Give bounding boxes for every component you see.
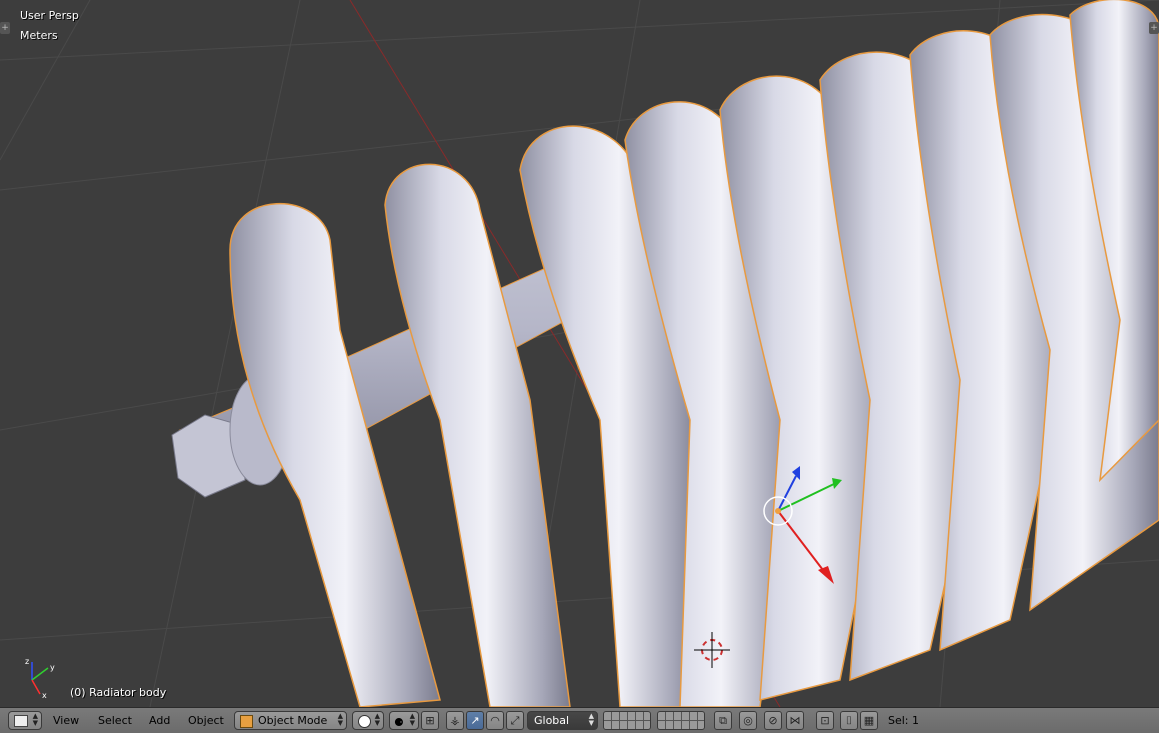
viewport-shading-select[interactable]: ▲ ▼ xyxy=(352,711,384,730)
snap-target-icon[interactable]: ⊡ xyxy=(816,711,834,730)
mode-select[interactable]: Object Mode ▲ ▼ xyxy=(234,711,347,730)
solid-shading-icon xyxy=(358,715,371,728)
chevron-updown-icon: ▲ ▼ xyxy=(337,712,343,727)
chevron-updown-icon: ▲ ▼ xyxy=(588,712,594,727)
menu-select[interactable]: Select xyxy=(98,711,132,730)
3d-viewport[interactable]: z y x + + User Persp Meters (0) Radiator… xyxy=(0,0,1159,707)
rotate-icon[interactable]: ◠ xyxy=(486,711,504,730)
svg-text:x: x xyxy=(42,691,47,700)
chevron-updown-icon: ▲ ▼ xyxy=(409,712,415,727)
pivot-point-select[interactable]: ⚈ ▲ ▼ xyxy=(389,711,419,730)
toolshelf-toggle-icon[interactable]: + xyxy=(0,22,10,34)
object-mode-icon xyxy=(240,715,253,728)
menu-add[interactable]: Add xyxy=(149,711,170,730)
selection-count: Sel: 1 xyxy=(888,714,920,727)
chevron-updown-icon: ▲ ▼ xyxy=(32,712,38,727)
units-label: Meters xyxy=(20,29,58,42)
layers-group-1[interactable] xyxy=(603,711,651,730)
translate-icon[interactable]: ↗ xyxy=(466,711,484,730)
lock-layers-icon[interactable]: ⧉ xyxy=(714,711,732,730)
viewport-header: ▲ ▼ View Select Add Object Object Mode ▲ ▼… xyxy=(0,707,1159,733)
menu-object[interactable]: Object xyxy=(188,711,224,730)
radiator-scene: z y x xyxy=(0,0,1159,707)
menu-view[interactable]: View xyxy=(53,711,79,730)
transform-orientation-select[interactable]: Global ▲ ▼ xyxy=(527,711,598,730)
render-animation-icon[interactable]: ▦ xyxy=(860,711,878,730)
svg-text:y: y xyxy=(50,663,55,672)
layers-group-2[interactable] xyxy=(657,711,705,730)
snap-toggle-icon[interactable]: ⊘ xyxy=(764,711,782,730)
pivot-icon: ⚈ xyxy=(394,716,404,729)
snap-element-icon[interactable]: ⋈ xyxy=(786,711,804,730)
view-name: User Persp xyxy=(20,9,79,22)
proportional-edit-icon[interactable]: ◎ xyxy=(739,711,757,730)
properties-toggle-icon[interactable]: + xyxy=(1149,22,1159,34)
svg-text:z: z xyxy=(25,657,29,666)
manipulator-icon[interactable]: ⚶ xyxy=(446,711,464,730)
mini-axis-widget: z y x xyxy=(25,657,55,700)
orientation-label: Global xyxy=(534,714,570,727)
active-object-info: (0) Radiator body xyxy=(70,686,167,699)
manipulator-toggle-icon[interactable]: ⊞ xyxy=(421,711,439,730)
chevron-updown-icon: ▲ ▼ xyxy=(374,712,380,727)
scale-icon[interactable]: ⤢ xyxy=(506,711,524,730)
editor-type-button[interactable]: ▲ ▼ xyxy=(8,711,42,730)
cube-icon xyxy=(14,715,28,727)
mode-label: Object Mode xyxy=(258,714,328,727)
render-camera-icon[interactable]: ⌷ xyxy=(840,711,858,730)
